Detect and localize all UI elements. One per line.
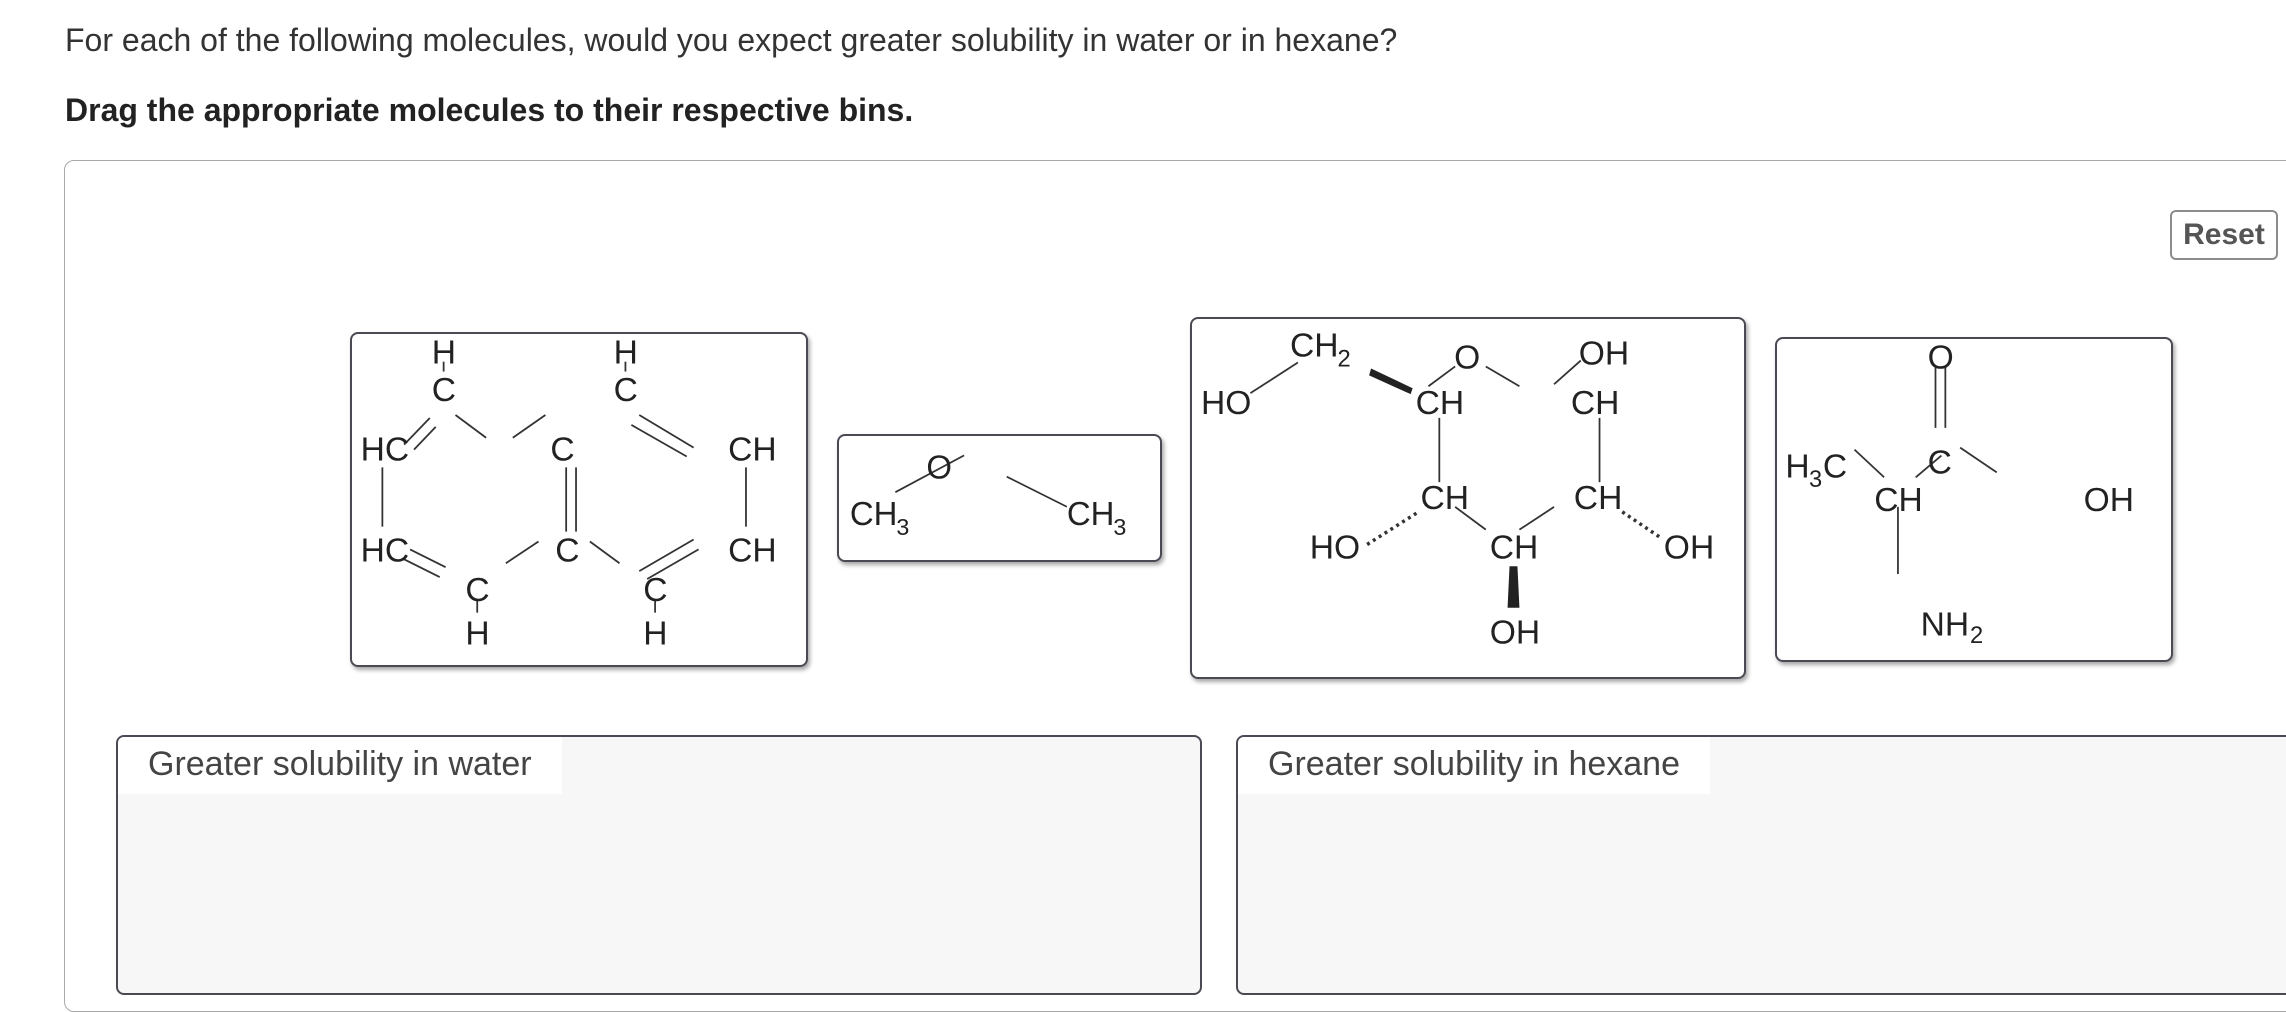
glucose-structure: CH 2 O OH HO CH CH CH CH HO CH OH OH (1201, 328, 1714, 652)
atom-label: H (465, 615, 489, 652)
atom-label: OH (2084, 482, 2134, 519)
subscript: 2 (1337, 346, 1350, 372)
atom-label: H (1785, 448, 1809, 485)
atom-label: C (1823, 448, 1847, 485)
subscript: 3 (1809, 467, 1822, 493)
atom-label: O (926, 449, 952, 486)
atom-label: OH (1579, 335, 1629, 372)
atom-label: OH (1664, 529, 1714, 566)
bin-water-label: Greater solubility in water (118, 737, 562, 794)
atom-label: HC (361, 431, 410, 468)
atom-label: C (465, 572, 489, 609)
bin-hexane-label: Greater solubility in hexane (1238, 737, 1711, 794)
atom-label: CH (1416, 385, 1465, 422)
naphthalene-structure: H H C C HC C CH HC C CH C C H H (361, 335, 777, 653)
atom-label: CH (1290, 328, 1339, 365)
question-instruction: Drag the appropriate molecules to their … (65, 92, 914, 128)
molecule-tile-glucose[interactable]: CH 2 O OH HO CH CH CH CH HO CH OH OH (1190, 317, 1746, 679)
atom-label: C (643, 572, 667, 609)
dimethyl-ether-structure: O CH 3 CH 3 (850, 449, 1126, 540)
bin-water[interactable]: Greater solubility in water (116, 735, 1202, 995)
atom-label: H (432, 335, 456, 372)
molecule-tile-alanine[interactable]: O H 3 C C CH OH NH 2 (1775, 337, 2173, 662)
atom-label: HC (361, 532, 410, 569)
atom-label: C (614, 372, 638, 409)
subscript: 3 (1113, 514, 1126, 540)
subscript: 2 (1970, 623, 1983, 649)
atom-label: O (1928, 340, 1954, 377)
atom-label: CH (1574, 480, 1623, 517)
atom-label: CH (728, 532, 777, 569)
question-prompt: For each of the following molecules, wou… (65, 22, 1398, 58)
atom-label: C (432, 372, 456, 409)
bin-hexane[interactable]: Greater solubility in hexane (1236, 735, 2286, 995)
atom-label: HO (1310, 529, 1360, 566)
atom-label: CH (1067, 495, 1115, 532)
subscript: 3 (896, 514, 909, 540)
atom-label: C (550, 431, 574, 468)
atom-label: CH (1874, 482, 1923, 519)
atom-label: CH (1421, 480, 1470, 517)
atom-label: H (643, 615, 667, 652)
atom-label: CH (728, 431, 777, 468)
alanine-structure: O H 3 C C CH OH NH 2 (1785, 340, 2134, 650)
atom-label: O (1454, 339, 1480, 376)
atom-label: OH (1490, 614, 1540, 651)
atom-label: NH (1921, 606, 1970, 643)
molecule-tile-dimethyl-ether[interactable]: O CH 3 CH 3 (837, 434, 1162, 562)
atom-label: H (614, 335, 638, 372)
molecule-tile-naphthalene[interactable]: H H C C HC C CH HC C CH C C H H (350, 332, 808, 667)
atom-label: CH (1490, 529, 1539, 566)
reset-button[interactable]: Reset (2170, 210, 2278, 260)
atom-label: CH (850, 495, 898, 532)
atom-label: C (1928, 444, 1952, 481)
atom-label: HO (1201, 385, 1251, 422)
atom-label: CH (1571, 385, 1620, 422)
atom-label: C (555, 532, 579, 569)
